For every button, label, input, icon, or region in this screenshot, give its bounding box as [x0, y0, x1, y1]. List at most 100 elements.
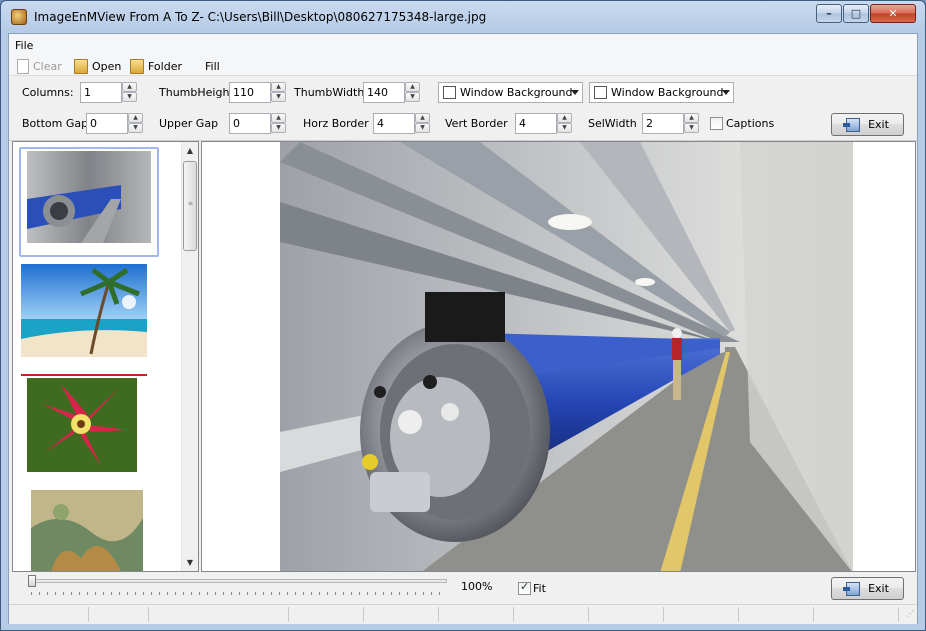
horz-border-spin[interactable]: 4 ▲ ▼ — [373, 113, 430, 134]
menu-file[interactable]: File — [15, 39, 33, 52]
sel-width-value: 2 — [646, 117, 653, 130]
thumbnail-item-2[interactable] — [19, 264, 159, 359]
chevron-down-icon[interactable] — [571, 90, 579, 95]
status-panel-1 — [9, 607, 89, 622]
folder-open-icon — [74, 58, 88, 74]
down-arrow-icon[interactable]: ▼ — [271, 123, 286, 133]
document-icon — [17, 58, 29, 74]
upper-gap-spin[interactable]: 0 ▲ ▼ — [229, 113, 286, 134]
minimize-button[interactable]: – — [816, 4, 842, 23]
close-button[interactable]: ✕ — [870, 4, 916, 23]
down-arrow-icon[interactable]: ▼ — [122, 92, 137, 102]
status-panel-2 — [89, 607, 149, 622]
down-arrow-icon[interactable]: ▼ — [415, 123, 430, 133]
thumb-width-spin[interactable]: 140 ▲ ▼ — [363, 82, 420, 103]
bottom-gap-spin[interactable]: 0 ▲ ▼ — [86, 113, 143, 134]
sel-width-spin[interactable]: 2 ▲ ▼ — [642, 113, 699, 134]
captions-label: Captions — [726, 117, 775, 130]
chevron-down-icon[interactable] — [722, 90, 730, 95]
exit-button-bottom[interactable]: Exit — [831, 577, 904, 600]
status-panel-11 — [814, 607, 899, 622]
thumbnail-item-4[interactable] — [19, 488, 159, 571]
sel-width-label: SelWidth — [588, 117, 637, 130]
up-arrow-icon[interactable]: ▲ — [684, 113, 699, 123]
fill-button[interactable]: Fill — [205, 57, 220, 75]
settings-panel: Columns: 1 ▲ ▼ ThumbHeight 110 ▲ ▼ ThumbWi… — [9, 77, 917, 141]
maximize-button[interactable]: □ — [843, 4, 869, 23]
open-label: Open — [92, 59, 122, 73]
folder-button[interactable]: Folder — [130, 57, 182, 75]
scrollbar-thumb[interactable]: ≡ — [183, 161, 197, 251]
thumbnail-scrollbar[interactable]: ▲ ≡ ▼ — [181, 142, 198, 571]
resize-grip-icon[interactable]: ⋰ — [906, 609, 914, 618]
app-icon — [11, 9, 27, 25]
up-arrow-icon[interactable]: ▲ — [122, 82, 137, 92]
fit-checkbox[interactable] — [518, 580, 531, 595]
client-area: File Clear Open Folder Fill Columns: 1 ▲… — [8, 33, 918, 624]
background-combo-2[interactable]: Window Background — [589, 82, 734, 103]
grip-icon: ≡ — [188, 200, 194, 207]
upper-gap-stepper[interactable]: ▲ ▼ — [271, 113, 286, 134]
clear-label: Clear — [33, 59, 62, 73]
folder-label: Folder — [148, 59, 182, 73]
open-button[interactable]: Open — [74, 57, 121, 75]
exit-button-top[interactable]: Exit — [831, 113, 904, 136]
thumbnail-item-3[interactable] — [19, 374, 159, 474]
thumbnail-list[interactable]: ▲ ≡ ▼ — [12, 141, 199, 572]
captions-checkbox[interactable] — [710, 117, 723, 130]
up-arrow-icon[interactable]: ▲ — [271, 113, 286, 123]
up-arrow-icon[interactable]: ▲ — [557, 113, 572, 123]
down-arrow-icon[interactable]: ▼ — [684, 123, 699, 133]
status-panel-3 — [149, 607, 289, 622]
thumb-width-value: 140 — [367, 86, 388, 99]
vert-border-stepper[interactable]: ▲ ▼ — [557, 113, 572, 134]
thumbnail-item-1[interactable] — [19, 147, 159, 257]
vert-border-label: Vert Border — [445, 117, 508, 130]
thumb-width-stepper[interactable]: ▲ ▼ — [405, 82, 420, 103]
main-image-tunnel — [280, 142, 853, 571]
up-arrow-icon[interactable]: ▲ — [271, 82, 286, 92]
fill-label: Fill — [205, 59, 220, 73]
scroll-up-icon[interactable]: ▲ — [182, 142, 198, 159]
status-panel-5 — [364, 607, 439, 622]
background-combo-1-value: Window Background — [460, 86, 573, 99]
up-arrow-icon[interactable]: ▲ — [405, 82, 420, 92]
menu-bar: File — [9, 34, 917, 54]
down-arrow-icon[interactable]: ▼ — [405, 92, 420, 102]
zoom-slider[interactable] — [31, 579, 447, 583]
sel-width-stepper[interactable]: ▲ ▼ — [684, 113, 699, 134]
exit-icon — [843, 117, 861, 132]
background-combo-1[interactable]: Window Background — [438, 82, 583, 103]
clear-button[interactable]: Clear — [17, 57, 62, 75]
title-bar[interactable]: ImageEnMView From A To Z- C:\Users\Bill\… — [1, 1, 925, 33]
up-arrow-icon[interactable]: ▲ — [128, 113, 143, 123]
thumb-height-value: 110 — [233, 86, 254, 99]
bottom-gap-stepper[interactable]: ▲ ▼ — [128, 113, 143, 134]
columns-value: 1 — [84, 86, 91, 99]
up-arrow-icon[interactable]: ▲ — [415, 113, 430, 123]
thumbnail-image-beach — [21, 264, 147, 357]
status-bar: ⋰ — [9, 604, 917, 624]
columns-stepper[interactable]: ▲ ▼ — [122, 82, 137, 103]
main-window: ImageEnMView From A To Z- C:\Users\Bill\… — [0, 0, 926, 631]
down-arrow-icon[interactable]: ▼ — [271, 92, 286, 102]
horz-border-stepper[interactable]: ▲ ▼ — [415, 113, 430, 134]
upper-gap-label: Upper Gap — [159, 117, 219, 130]
horz-border-label: Horz Border — [303, 117, 369, 130]
status-panel-4 — [289, 607, 364, 622]
folder-icon — [130, 58, 144, 74]
thumb-height-stepper[interactable]: ▲ ▼ — [271, 82, 286, 103]
image-viewer[interactable] — [201, 141, 916, 572]
columns-spin[interactable]: 1 ▲ ▼ — [80, 82, 137, 103]
thumb-height-spin[interactable]: 110 ▲ ▼ — [229, 82, 286, 103]
vert-border-spin[interactable]: 4 ▲ ▼ — [515, 113, 572, 134]
zoom-slider-thumb[interactable] — [28, 575, 36, 587]
thumb-width-label: ThumbWidth — [294, 86, 365, 99]
down-arrow-icon[interactable]: ▼ — [128, 123, 143, 133]
thumbnail-image-painting — [31, 490, 143, 571]
bottom-gap-value: 0 — [90, 117, 97, 130]
down-arrow-icon[interactable]: ▼ — [557, 123, 572, 133]
scroll-down-icon[interactable]: ▼ — [182, 554, 198, 571]
exit-icon — [843, 581, 861, 596]
status-panel-6 — [439, 607, 514, 622]
